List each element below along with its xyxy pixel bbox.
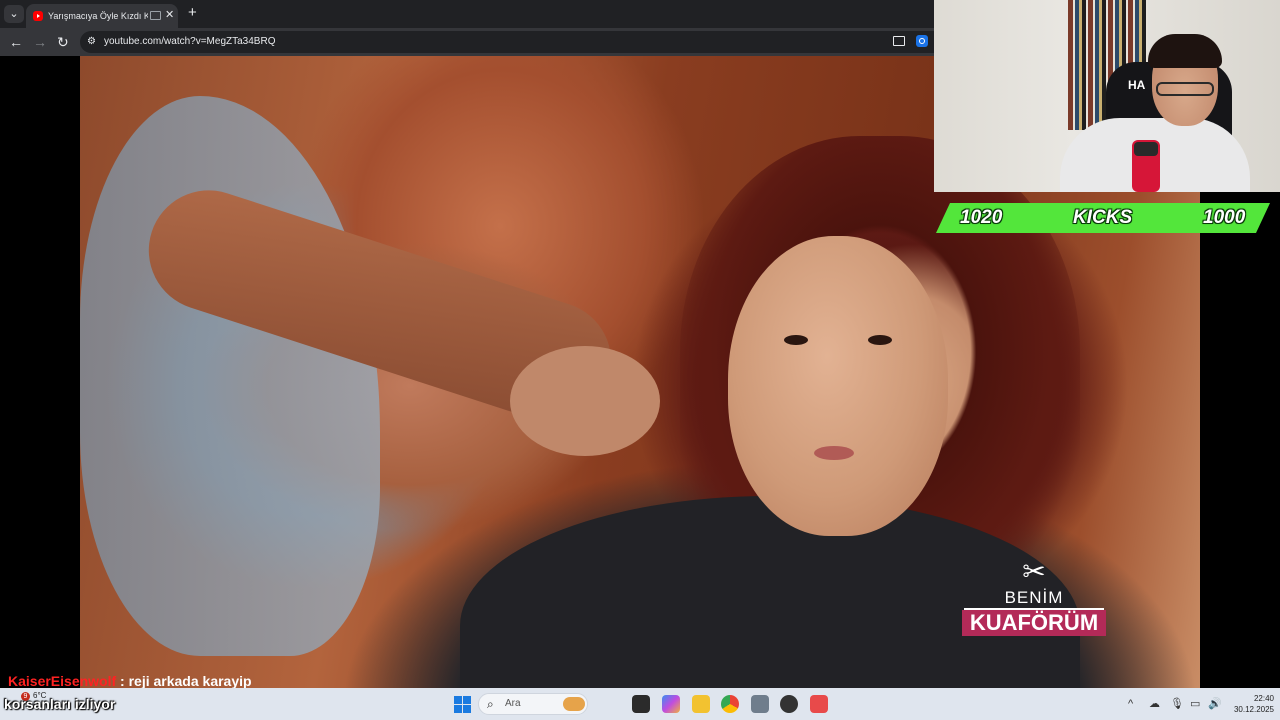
tray-overflow-chevron[interactable]: ^ — [1128, 697, 1133, 711]
picture-in-picture-icon[interactable] — [150, 11, 161, 20]
scissors-icon: ✂ — [1022, 556, 1046, 587]
tab-title: Yarışmacıya Öyle Kızdı Ki D — [48, 11, 148, 21]
obs-icon[interactable] — [780, 695, 798, 713]
stream-bottom-text: korsanları izliyor — [4, 696, 116, 712]
browser-tab[interactable]: Yarışmacıya Öyle Kızdı Ki D ✕ — [26, 4, 178, 28]
chair-brand-text: HA — [1128, 78, 1146, 92]
left-eye — [784, 335, 808, 345]
kicks-current: 1020 — [960, 207, 1003, 228]
site-info-icon[interactable]: ⚙ — [87, 35, 96, 49]
microphone-head — [1134, 142, 1158, 156]
clock-date: 30.12.2025 — [1233, 705, 1274, 714]
tab-close-button[interactable]: ✕ — [165, 8, 174, 22]
kicks-goal: 1000 — [1203, 207, 1246, 228]
snipping-tool-icon[interactable] — [751, 695, 769, 713]
display-icon[interactable]: ▭ — [1190, 697, 1200, 711]
woman-face — [728, 236, 948, 536]
browser-tab-bar: ⌄ Yarışmacıya Öyle Kızdı Ki D ✕ + — [0, 0, 934, 28]
system-clock[interactable]: 22:40 30.12.2025 — [1226, 693, 1274, 715]
reload-button[interactable]: ↻ — [57, 33, 69, 51]
windows-start-icon[interactable] — [454, 696, 471, 713]
address-bar[interactable]: ⚙ youtube.com/watch?v=MegZTa34BRQ — [80, 31, 934, 53]
search-icon: ⌕ — [487, 697, 494, 711]
search-highlight-icon — [563, 697, 585, 711]
logo-line2: KUAFÖRÜM — [962, 610, 1106, 636]
microphone-icon[interactable]: 🎙 — [1170, 697, 1184, 711]
url-text[interactable]: youtube.com/watch?v=MegZTa34BRQ — [104, 35, 275, 49]
right-eye — [868, 335, 892, 345]
recording-app-icon[interactable] — [810, 695, 828, 713]
glasses — [1156, 82, 1214, 96]
hairdresser-shirt — [80, 96, 380, 656]
network-icon[interactable]: ☁ — [1149, 697, 1160, 711]
chrome-icon[interactable] — [721, 695, 739, 713]
browser-toolbar: ← → ↻ ⚙ youtube.com/watch?v=MegZTa34BRQ — [0, 28, 934, 56]
show-logo: ✂ BENİM KUAFÖRÜM — [962, 556, 1106, 646]
hairdresser-hand — [510, 346, 660, 456]
cast-icon[interactable] — [893, 36, 905, 46]
task-view-icon[interactable] — [632, 695, 650, 713]
clock-time: 22:40 — [1253, 694, 1274, 703]
chat-username: KaiserEisenwolf — [8, 673, 117, 689]
search-placeholder: Ara — [505, 698, 521, 709]
youtube-icon — [33, 11, 43, 21]
volume-icon[interactable]: 🔊 — [1208, 697, 1222, 711]
taskbar-search[interactable]: ⌕ Ara — [478, 693, 588, 715]
logo-line1: BENİM — [1004, 588, 1064, 607]
copilot-icon[interactable] — [662, 695, 680, 713]
google-lens-icon[interactable] — [916, 35, 928, 47]
file-explorer-icon[interactable] — [692, 695, 710, 713]
back-button[interactable]: ← — [9, 33, 23, 51]
forward-button[interactable]: → — [33, 33, 47, 51]
new-tab-button[interactable]: + — [188, 4, 197, 22]
kicks-label: KICKS — [1073, 207, 1133, 228]
mouth — [814, 446, 854, 460]
tab-search-button[interactable]: ⌄ — [4, 5, 24, 23]
chat-text: : reji arkada karayip — [116, 673, 252, 689]
kicks-goal-bar: 1020 KICKS 1000 — [936, 203, 1270, 233]
taskbar: 9 6°C korsanları izliyor ⌕ Ara ^ ☁ 🎙 ▭ 🔊… — [0, 688, 1280, 720]
streamer-hair — [1148, 34, 1222, 68]
webcam-overlay: HA — [934, 0, 1280, 192]
